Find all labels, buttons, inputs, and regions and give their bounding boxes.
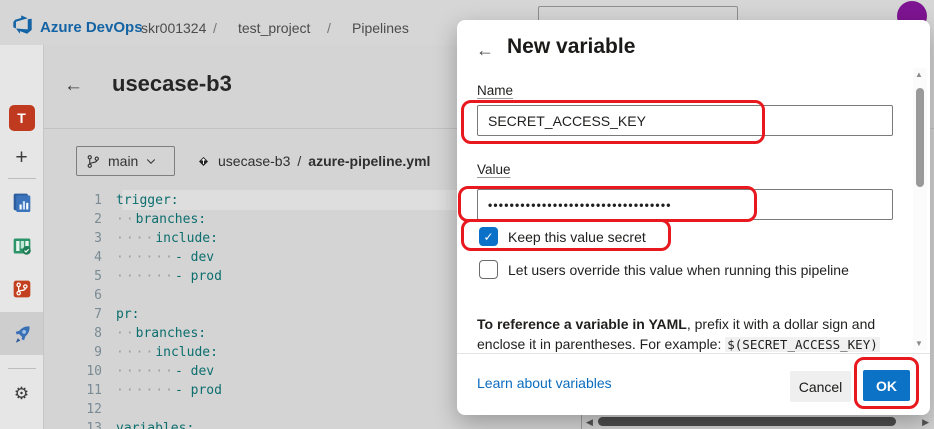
add-project-button[interactable]: + (0, 146, 43, 169)
code-lines: 1 trigger: 2 ·· branches: 3 ···· include: 4 ·····… (44, 191, 222, 429)
code-line: 7 pr: (94, 307, 140, 322)
code-line: 4 ······ - dev (94, 250, 215, 265)
dialog-back-arrow-icon[interactable]: ← (476, 40, 494, 61)
dialog-title: New variable (507, 35, 636, 58)
git-branch-icon (87, 154, 99, 168)
breadcrumb-project[interactable]: test_project (238, 20, 310, 36)
product-name[interactable]: Azure DevOps (40, 19, 143, 36)
code-line: 1 trigger: (94, 193, 179, 208)
dialog-vertical-scrollbar[interactable]: ▲ ▼ (913, 68, 927, 350)
azure-repos-file-icon (198, 156, 209, 166)
boards-icon (9, 233, 35, 259)
scroll-right-icon[interactable]: ▶ (922, 417, 929, 428)
page-title: usecase-b3 (112, 71, 232, 96)
rail-divider (8, 178, 36, 179)
breadcrumb-separator: / (327, 20, 331, 36)
overview-icon (9, 189, 35, 215)
project-settings-button[interactable]: ⚙ (0, 383, 43, 405)
breadcrumb-section[interactable]: Pipelines (352, 20, 409, 36)
code-line: 2 ·· branches: (94, 212, 207, 227)
code-line: 9 ···· include: (94, 345, 218, 360)
repos-icon (9, 276, 35, 302)
annotation-name-field (461, 100, 765, 144)
code-line: 3 ···· include: (94, 231, 218, 246)
let-users-override-checkbox-row[interactable]: Let users override this value when runni… (479, 260, 849, 279)
scroll-left-icon[interactable]: ◀ (586, 417, 593, 428)
left-nav-rail: T + ⚙ » (0, 45, 44, 429)
file-breadcrumb: usecase-b3 / azure-pipeline.yml (196, 153, 430, 169)
code-line: 10 ······ - dev (86, 364, 215, 379)
learn-about-variables-link[interactable]: Learn about variables (477, 375, 612, 391)
project-avatar: T (8, 105, 35, 131)
dialog-scrollbar-thumb[interactable] (916, 88, 924, 187)
pipelines-rocket-icon (9, 321, 35, 347)
code-line: 8 ·· branches: (94, 326, 207, 341)
name-label: Name (477, 83, 514, 98)
code-line: 5 ······ - prod (94, 269, 222, 284)
rail-divider (8, 368, 36, 369)
breadcrumb-org[interactable]: skr001324 (141, 20, 206, 36)
plus-icon: + (15, 146, 28, 169)
code-line: 11 ······ - prod (86, 383, 222, 398)
file-name[interactable]: azure-pipeline.yml (308, 153, 430, 169)
sidebar-item-boards[interactable] (0, 233, 43, 259)
annotation-ok-button (854, 357, 919, 409)
sidebar-item-pipelines[interactable] (0, 321, 43, 347)
sidebar-item-repos[interactable] (0, 276, 43, 302)
cancel-button[interactable]: Cancel (790, 371, 851, 402)
azure-devops-logo-icon[interactable] (12, 14, 33, 35)
breadcrumb-separator: / (213, 20, 217, 36)
scroll-down-icon[interactable]: ▼ (915, 339, 923, 348)
scroll-up-icon[interactable]: ▲ (915, 70, 923, 79)
code-line: 6 (94, 288, 102, 303)
horizontal-scrollbar-thumb[interactable] (598, 417, 896, 426)
annotation-value-field (458, 186, 757, 222)
code-line: 12 (86, 402, 102, 417)
sidebar-item-project[interactable]: T (0, 105, 43, 131)
branch-selector[interactable]: main (76, 146, 175, 176)
path-separator: / (297, 153, 302, 169)
horizontal-scrollbar[interactable]: ◀ ▶ (581, 415, 934, 429)
chevron-down-icon (147, 159, 156, 164)
back-arrow-icon[interactable]: ← (64, 75, 83, 97)
let-users-override-label: Let users override this value when runni… (508, 261, 849, 278)
annotation-secret-checkbox (461, 219, 671, 251)
checkbox-unchecked-icon[interactable] (479, 260, 498, 279)
code-line: 13 variables: (86, 421, 195, 429)
variable-example-code: $(SECRET_ACCESS_KEY) (725, 337, 880, 352)
repo-name[interactable]: usecase-b3 (218, 153, 290, 169)
variable-reference-help-text: To reference a variable in YAML, prefix … (477, 316, 880, 352)
value-label: Value (477, 162, 511, 177)
branch-name: main (108, 153, 139, 169)
sidebar-item-overview[interactable] (0, 189, 43, 215)
gear-icon: ⚙ (13, 384, 30, 403)
